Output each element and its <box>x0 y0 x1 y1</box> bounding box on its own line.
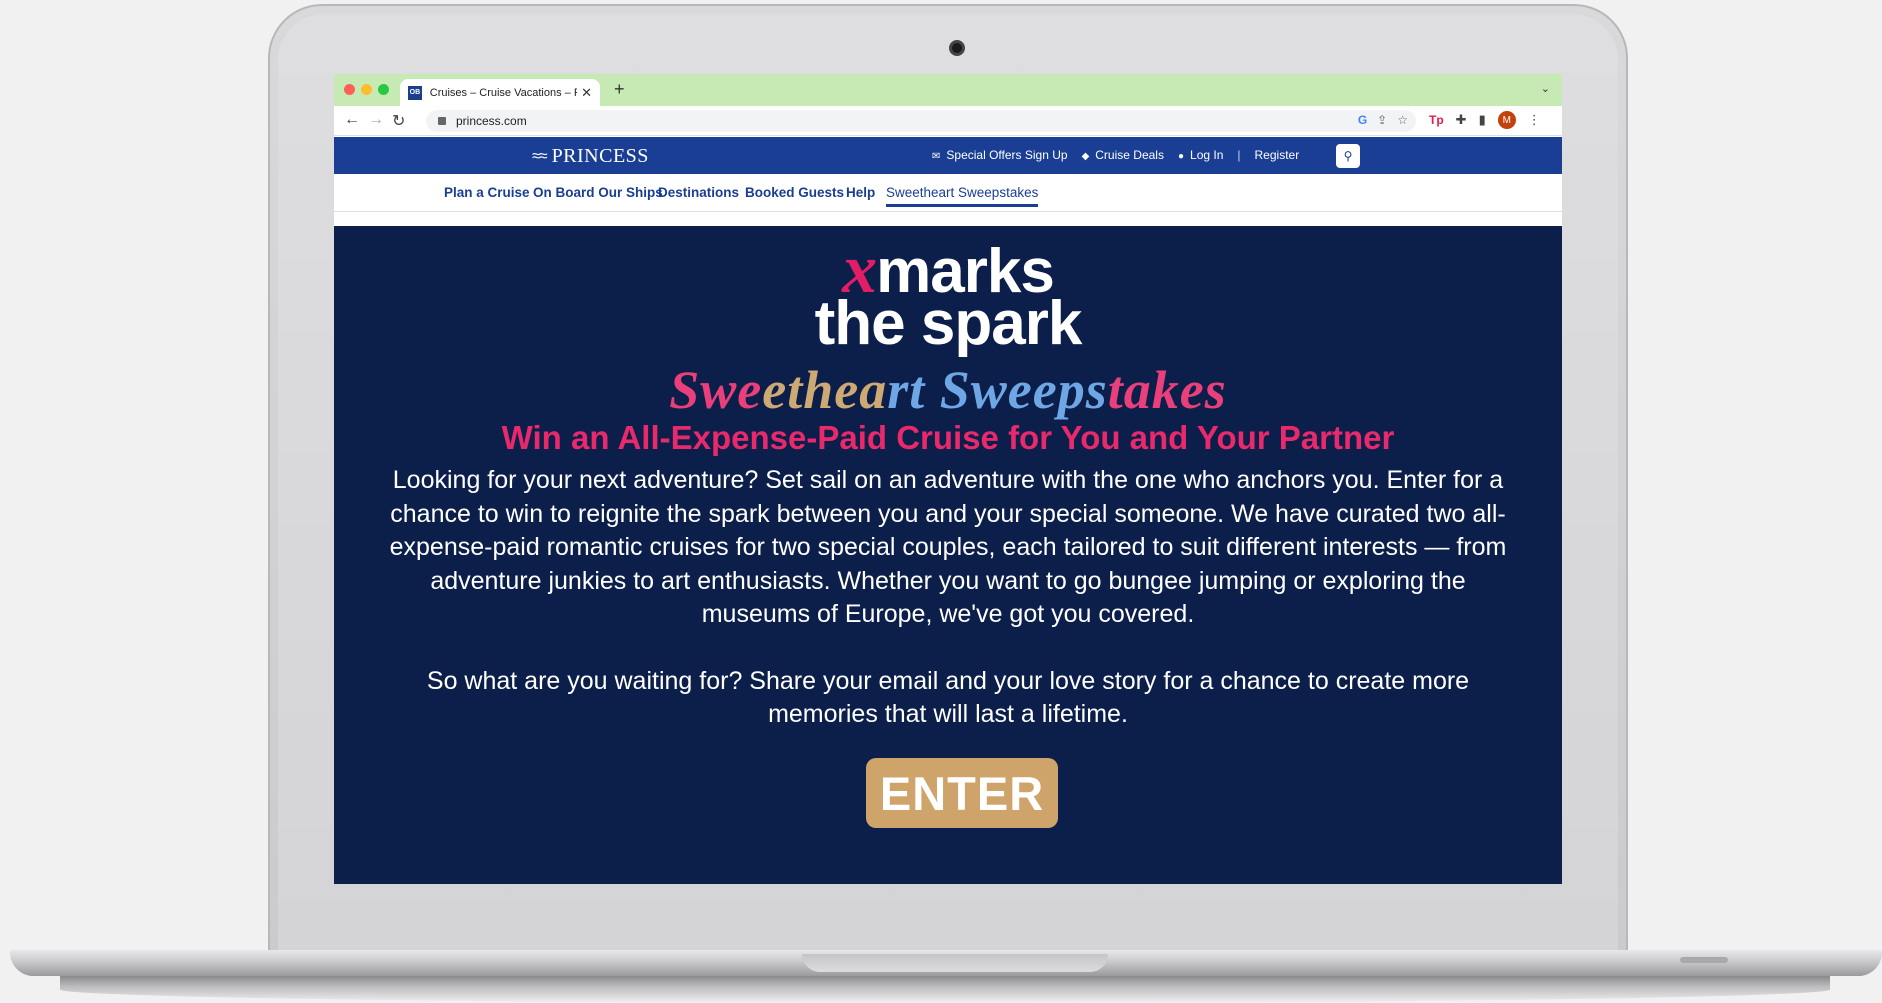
sweep-part-3: rt Sweeps <box>887 360 1108 420</box>
nav-booked-guests[interactable]: Booked Guests <box>745 185 844 200</box>
tab-search-chevron-icon[interactable]: ⌄ <box>1541 82 1550 95</box>
hero-body: Looking for your next adventure? Set sai… <box>384 464 1512 732</box>
share-icon[interactable]: ⇪ <box>1377 113 1387 127</box>
user-icon: ● <box>1177 151 1185 162</box>
search-icon: ⚲ <box>1343 149 1353 163</box>
sweep-part-1: Swe <box>669 360 763 420</box>
enter-button[interactable]: ENTER <box>866 758 1058 828</box>
url-text: princess.com <box>456 114 527 128</box>
bookmark-star-icon[interactable]: ☆ <box>1397 113 1408 127</box>
princess-logo[interactable]: ≈≈ PRINCESS <box>532 145 649 168</box>
nav-sweetheart-sweepstakes[interactable]: Sweetheart Sweepstakes <box>886 185 1039 207</box>
utility-links: ✉ Special Offers Sign Up ◆ Cruise Deals ● L… <box>932 148 1299 162</box>
back-arrow-icon[interactable]: ← <box>344 111 360 129</box>
login-link[interactable]: ● Log In <box>1178 148 1223 162</box>
register-link[interactable]: Register <box>1255 148 1300 162</box>
logo-text: PRINCESS <box>551 145 649 167</box>
headline-line2: the spark <box>814 289 1083 358</box>
laptop-shadow <box>60 976 1830 1003</box>
extension-toolbar: Tp ✚ ▮ M ⋮ <box>1429 111 1541 129</box>
tab-bar: OB Cruises – Cruise Vacations – Fi ✕ + ⌄ <box>334 74 1562 106</box>
camera-icon <box>949 40 965 56</box>
puzzle-extensions-icon[interactable]: ✚ <box>1456 112 1467 128</box>
laptop-mockup: OB Cruises – Cruise Vacations – Fi ✕ + ⌄… <box>0 0 1882 1003</box>
profile-avatar[interactable]: M <box>1497 111 1516 129</box>
close-tab-icon[interactable]: ✕ <box>581 85 592 101</box>
tag-icon: ◆ <box>1081 151 1090 162</box>
laptop-foot <box>1680 957 1728 963</box>
tab-title: Cruises – Cruise Vacations – Fi <box>429 86 578 99</box>
maximize-window-button[interactable] <box>378 84 389 95</box>
hero-section: xmarks the spark Sweetheart Sweepstakes … <box>334 226 1562 884</box>
hero-paragraph-2: So what are you waiting for? Share your … <box>426 666 1470 729</box>
sweepstakes-title: Sweetheart Sweepstakes <box>334 362 1562 418</box>
special-offers-link[interactable]: ✉ Special Offers Sign Up <box>932 148 1068 162</box>
cruise-deals-link[interactable]: ◆ Cruise Deals <box>1082 148 1164 162</box>
lock-icon <box>438 117 446 125</box>
campaign-headline: xmarks the spark <box>334 235 1562 358</box>
browser-tab[interactable]: OB Cruises – Cruise Vacations – Fi ✕ <box>400 79 600 106</box>
side-panel-icon[interactable]: ▮ <box>1479 112 1486 128</box>
nav-help[interactable]: Help <box>846 185 875 200</box>
menu-kebab-icon[interactable]: ⋮ <box>1528 112 1541 128</box>
hero-subhead: Win an All-Expense-Paid Cruise for You a… <box>501 419 1395 456</box>
nav-destinations[interactable]: Destinations <box>658 185 739 200</box>
hero-paragraph-1: Looking for your next adventure? Set sai… <box>389 466 1507 628</box>
sweep-part-4: takes <box>1107 360 1227 420</box>
sweep-part-2: ethea <box>762 360 888 420</box>
site-topbar: ≈≈ PRINCESS ✉ Special Offers Sign Up ◆ Cru… <box>334 137 1562 174</box>
url-field[interactable]: princess.com G ⇪ ☆ <box>426 110 1416 132</box>
envelope-icon: ✉ <box>932 151 941 162</box>
cruise-deals-label: Cruise Deals <box>1095 148 1164 162</box>
new-tab-icon[interactable]: + <box>614 79 625 100</box>
close-window-button[interactable] <box>344 84 355 95</box>
extension-tp-icon[interactable]: Tp <box>1429 113 1444 127</box>
omnibox-actions: G ⇪ ☆ <box>1358 113 1408 127</box>
seawitch-logo-icon: ≈≈ <box>532 147 548 165</box>
special-offers-label: Special Offers Sign Up <box>946 148 1068 162</box>
browser-window: OB Cruises – Cruise Vacations – Fi ✕ + ⌄… <box>334 74 1562 884</box>
laptop-notch <box>802 954 1108 972</box>
nav-on-board-our-ships[interactable]: On Board Our Ships <box>533 185 663 200</box>
google-lens-icon[interactable]: G <box>1358 113 1367 127</box>
forward-arrow-icon[interactable]: → <box>368 111 384 129</box>
search-button[interactable]: ⚲ <box>1336 144 1360 168</box>
address-bar: ← → ↻ princess.com G ⇪ ☆ Tp ✚ ▮ M ⋮ <box>334 106 1562 136</box>
reload-icon[interactable]: ↻ <box>392 111 405 131</box>
nav-plan-a-cruise[interactable]: Plan a Cruise <box>444 185 530 200</box>
minimize-window-button[interactable] <box>361 84 372 95</box>
link-separator: | <box>1237 148 1241 162</box>
favicon-icon: OB <box>408 85 422 100</box>
main-nav: Plan a Cruise On Board Our Ships Destina… <box>334 174 1562 212</box>
login-label: Log In <box>1190 148 1224 162</box>
